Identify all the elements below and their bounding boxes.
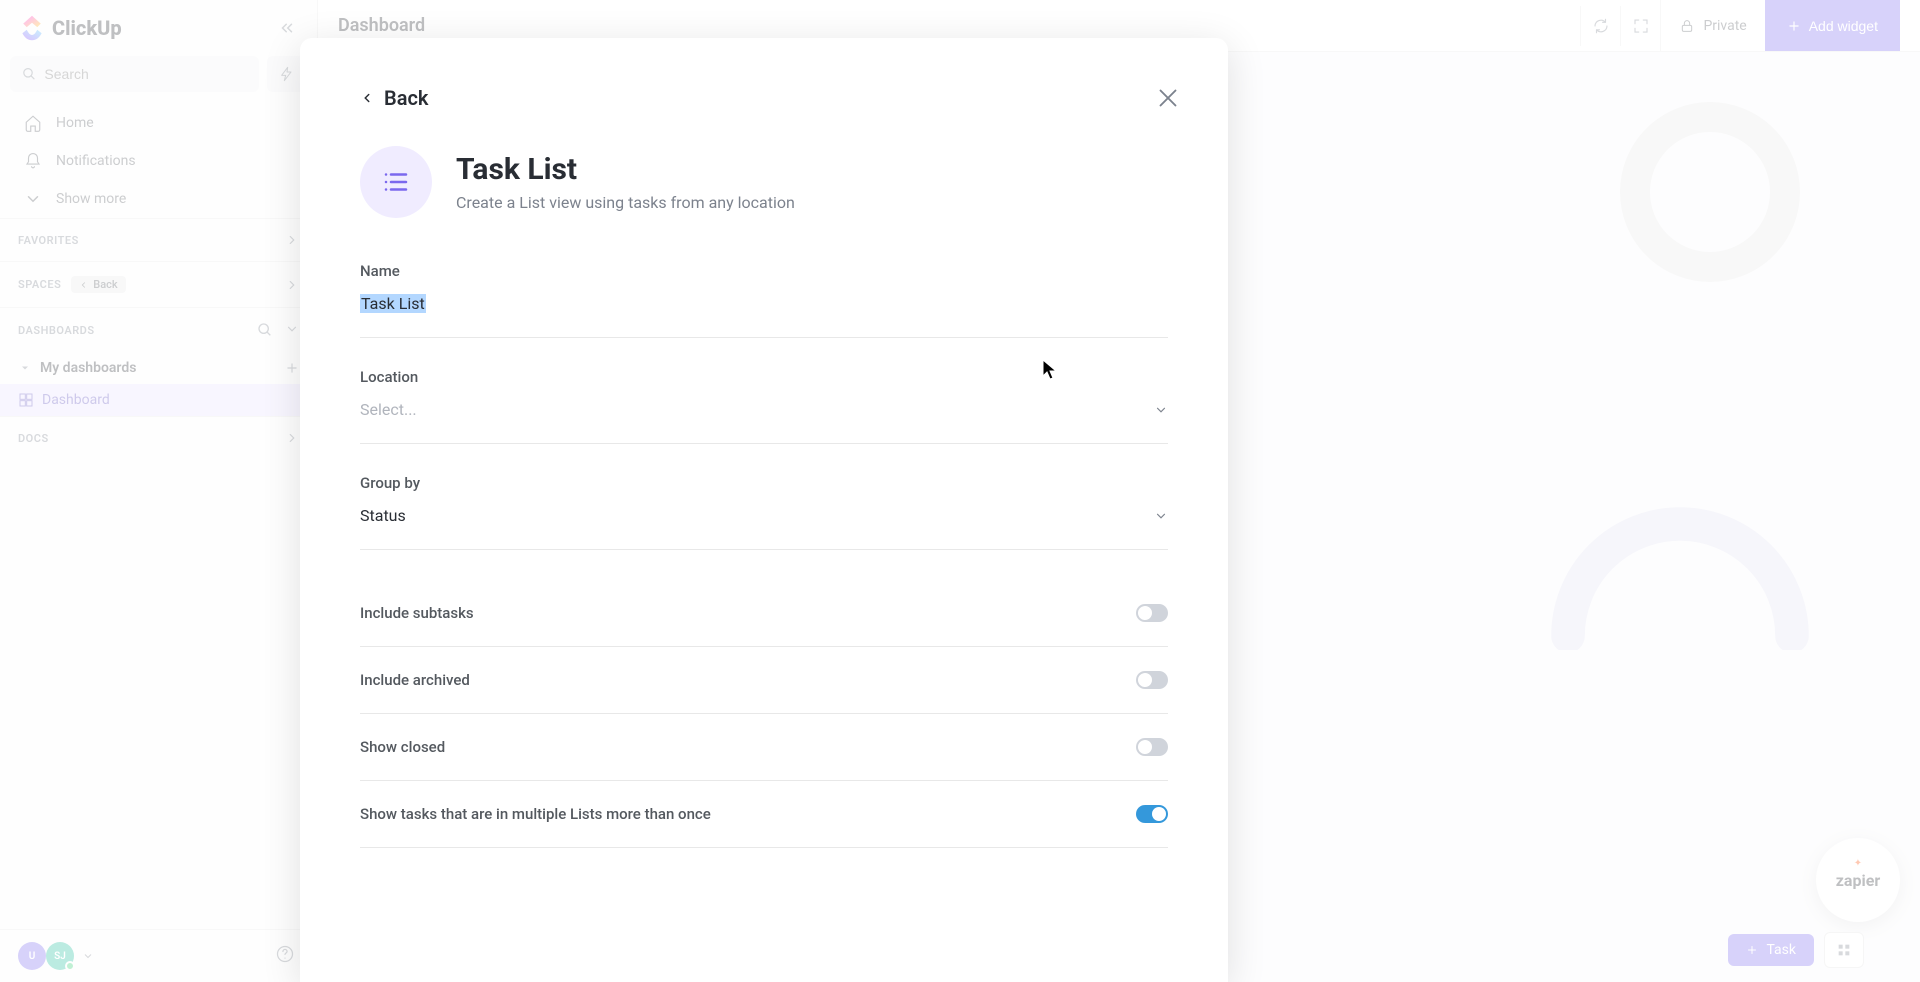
location-placeholder: Select...: [360, 400, 417, 419]
modal-hero: Task List Create a List view using tasks…: [360, 146, 1168, 218]
chevron-down-icon: [1154, 403, 1168, 417]
close-icon: [1153, 83, 1183, 113]
modal-description: Create a List view using tasks from any …: [456, 193, 795, 212]
task-list-modal: Back Task List Create a List view using …: [300, 38, 1228, 982]
location-select[interactable]: Select...: [360, 400, 1168, 419]
show-multi-lists-toggle[interactable]: [1136, 805, 1168, 823]
show-multi-lists-label: Show tasks that are in multiple Lists mo…: [360, 805, 711, 823]
name-input[interactable]: Task List: [360, 294, 426, 313]
groupby-field-group: Group by Status: [360, 474, 1168, 550]
include-archived-label: Include archived: [360, 671, 470, 689]
modal-back-button[interactable]: Back: [360, 86, 428, 110]
include-subtasks-toggle[interactable]: [1136, 604, 1168, 622]
include-archived-row: Include archived: [360, 647, 1168, 714]
show-multi-lists-row: Show tasks that are in multiple Lists mo…: [360, 781, 1168, 848]
name-field-group: Name Task List: [360, 262, 1168, 338]
modal-title: Task List: [456, 152, 795, 187]
task-list-hero-icon: [360, 146, 432, 218]
include-subtasks-row: Include subtasks: [360, 580, 1168, 647]
show-closed-label: Show closed: [360, 738, 445, 756]
location-label: Location: [360, 368, 1168, 386]
chevron-down-icon: [1154, 509, 1168, 523]
groupby-label: Group by: [360, 474, 1168, 492]
include-archived-toggle[interactable]: [1136, 671, 1168, 689]
modal-back-label: Back: [384, 86, 428, 110]
groupby-select[interactable]: Status: [360, 506, 1168, 525]
modal-close-button[interactable]: [1148, 78, 1188, 118]
name-label: Name: [360, 262, 1168, 280]
list-icon: [381, 167, 411, 197]
location-field-group: Location Select...: [360, 368, 1168, 444]
show-closed-row: Show closed: [360, 714, 1168, 781]
chevron-left-icon: [360, 91, 374, 105]
include-subtasks-label: Include subtasks: [360, 604, 474, 622]
show-closed-toggle[interactable]: [1136, 738, 1168, 756]
groupby-value: Status: [360, 506, 406, 525]
